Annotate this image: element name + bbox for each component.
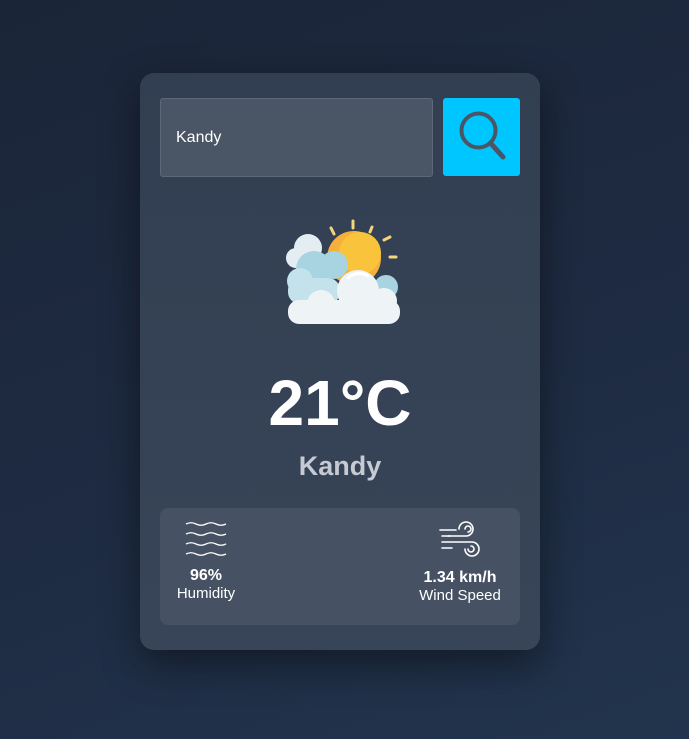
- temperature: 21°C: [268, 367, 412, 439]
- humidity-waves-icon: [185, 522, 227, 556]
- wind-icon: [439, 521, 480, 557]
- wind-speed-value: 1.34 km/h: [423, 569, 497, 586]
- partly-cloudy-sun-icon: [286, 219, 400, 324]
- search-button[interactable]: [443, 98, 520, 176]
- weather-details-panel: 96% Humidity 1.34 km/h Wind Speed: [160, 508, 520, 625]
- city-search-input[interactable]: [160, 98, 433, 177]
- humidity-value: 96%: [189, 567, 223, 584]
- city-name: Kandy: [298, 451, 382, 481]
- humidity-label: Humidity: [176, 585, 236, 602]
- search-icon: [459, 111, 506, 160]
- weather-card: 21°C Kandy 96% Humidity: [140, 73, 540, 650]
- wind-speed-label: Wind Speed: [419, 587, 501, 604]
- wind-detail: 1.34 km/h Wind Speed: [406, 508, 514, 604]
- humidity-detail: 96% Humidity: [160, 508, 252, 602]
